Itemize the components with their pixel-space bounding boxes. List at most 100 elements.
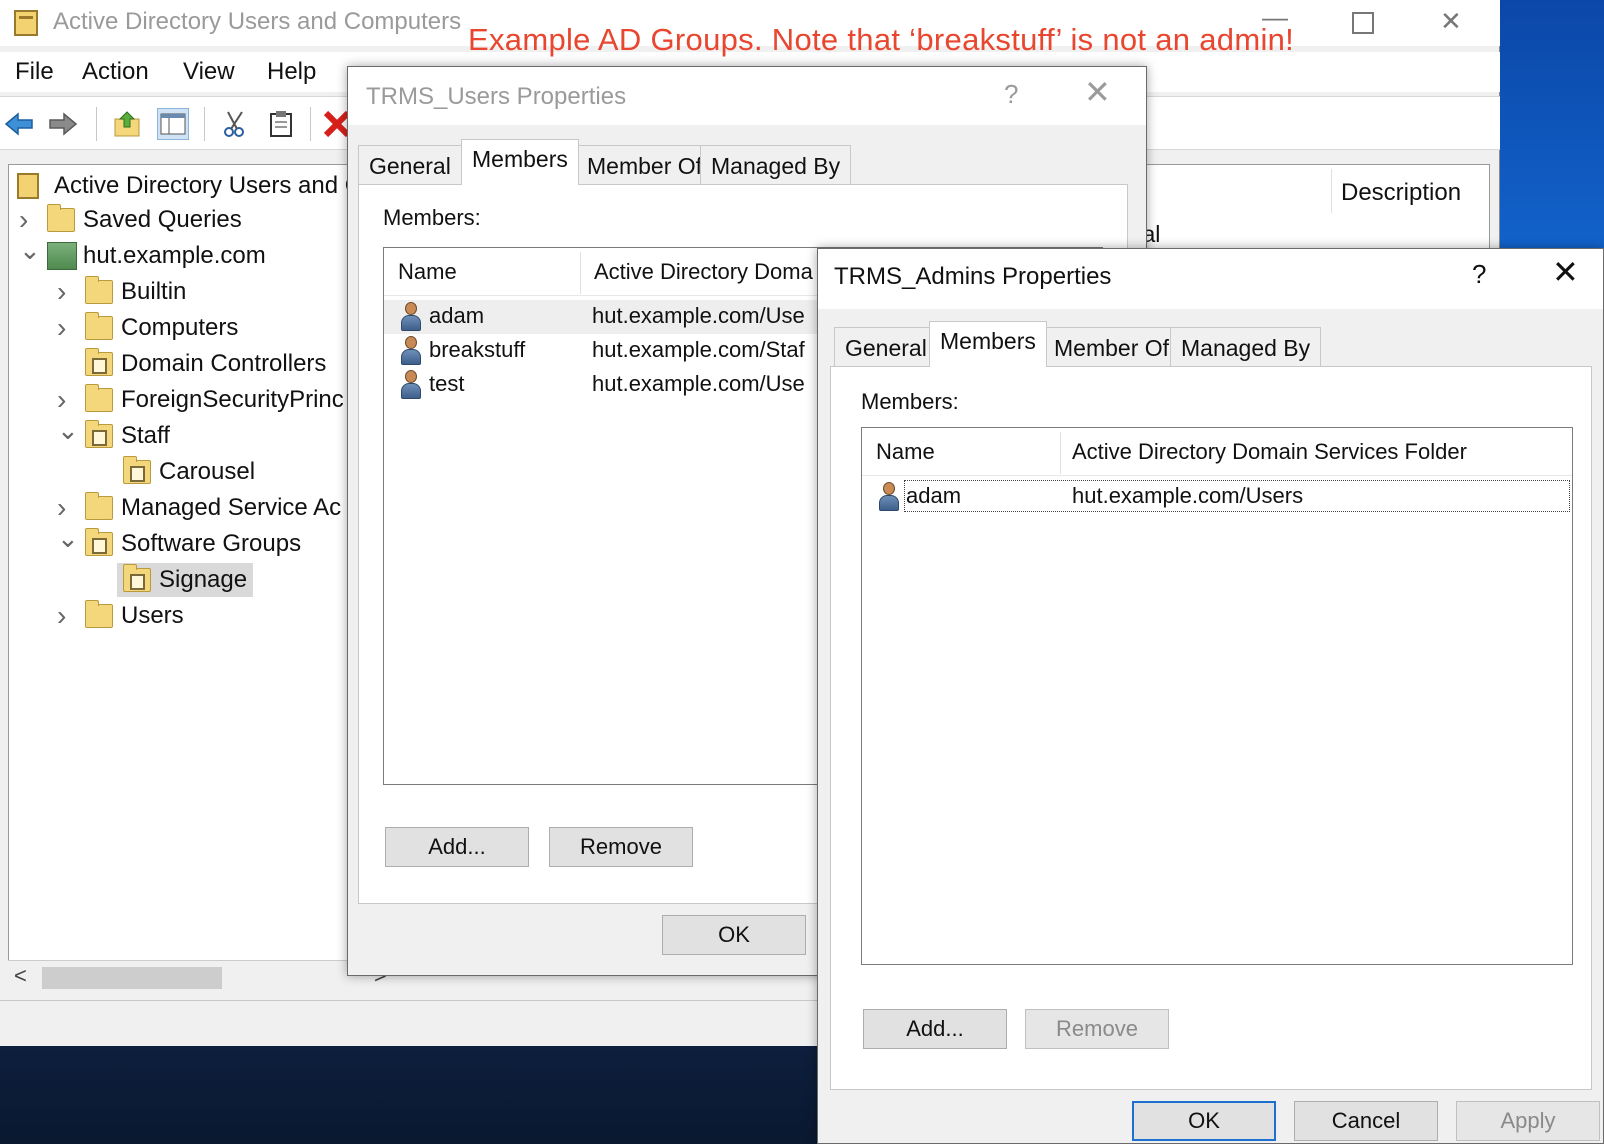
tree-item[interactable]: ⌄ hut.example.com bbox=[9, 235, 399, 273]
tab-members[interactable]: Members bbox=[461, 139, 579, 185]
help-button[interactable]: ? bbox=[1472, 259, 1486, 290]
help-button[interactable]: ? bbox=[1004, 79, 1018, 110]
members-tab-panel: Members: Name Active Directory Domain Se… bbox=[830, 366, 1592, 1090]
scrollbar-thumb[interactable] bbox=[42, 967, 222, 989]
expand-chevron-icon[interactable]: › bbox=[57, 599, 77, 633]
tree-root[interactable]: Active Directory Users and C bbox=[9, 169, 399, 203]
apply-button[interactable]: Apply bbox=[1456, 1101, 1600, 1141]
dialog-title: TRMS_Users Properties bbox=[366, 83, 627, 110]
collapse-chevron-icon[interactable]: ⌄ bbox=[57, 413, 79, 447]
menu-action[interactable]: Action bbox=[82, 58, 149, 86]
tree-item-label: Managed Service Ac bbox=[121, 494, 342, 521]
clipboard-icon[interactable] bbox=[266, 109, 296, 139]
tree-item-label: Saved Queries bbox=[83, 206, 242, 233]
tab-managed-by[interactable]: Managed By bbox=[700, 145, 852, 185]
tab-members[interactable]: Members bbox=[929, 321, 1047, 367]
table-row[interactable]: adam hut.example.com/Users bbox=[862, 480, 1572, 514]
add-member-button[interactable]: Add... bbox=[385, 827, 529, 867]
tree-item[interactable]: › Users bbox=[9, 599, 399, 633]
ou-icon bbox=[85, 528, 113, 556]
tab-general[interactable]: General bbox=[358, 145, 462, 185]
toolbar-separator bbox=[310, 107, 311, 141]
description-column-header[interactable]: Description bbox=[1341, 179, 1461, 207]
ok-button[interactable]: OK bbox=[1132, 1101, 1276, 1141]
folder-column-header[interactable]: Active Directory Doma bbox=[594, 259, 813, 285]
user-icon bbox=[400, 336, 422, 366]
forward-arrow-icon[interactable] bbox=[48, 109, 78, 139]
member-folder: hut.example.com/Staf bbox=[592, 337, 805, 362]
expand-chevron-icon[interactable]: › bbox=[57, 311, 77, 345]
back-arrow-icon[interactable] bbox=[4, 109, 34, 139]
expand-chevron-icon[interactable]: › bbox=[57, 491, 77, 525]
tree-item-label: Domain Controllers bbox=[121, 350, 327, 377]
tree-item[interactable]: › Computers bbox=[9, 311, 399, 345]
tree-item-label: hut.example.com bbox=[83, 242, 266, 269]
folder-icon bbox=[85, 492, 113, 520]
collapse-chevron-icon[interactable]: ⌄ bbox=[57, 521, 79, 555]
tree-item[interactable]: Domain Controllers bbox=[9, 347, 399, 381]
tab-managed-by[interactable]: Managed By bbox=[1170, 327, 1322, 367]
tree-item[interactable]: Carousel bbox=[9, 455, 399, 489]
tree-item[interactable]: › Saved Queries bbox=[9, 203, 399, 237]
tree-item-label: Computers bbox=[121, 314, 239, 341]
remove-member-button[interactable]: Remove bbox=[549, 827, 693, 867]
expand-chevron-icon[interactable]: › bbox=[57, 275, 77, 309]
menu-file[interactable]: File bbox=[15, 58, 54, 86]
close-dialog-button[interactable]: ✕ bbox=[1552, 253, 1579, 291]
folder-icon bbox=[85, 600, 113, 628]
folder-icon bbox=[85, 276, 113, 304]
name-column-header[interactable]: Name bbox=[398, 259, 457, 285]
ou-icon bbox=[85, 420, 113, 448]
expand-chevron-icon[interactable]: › bbox=[57, 383, 77, 417]
members-list[interactable]: Name Active Directory Domain Services Fo… bbox=[861, 427, 1573, 965]
window-title: Active Directory Users and Computers bbox=[53, 8, 462, 35]
aduc-app-icon bbox=[14, 10, 38, 36]
tree-item-label: Signage bbox=[159, 566, 248, 593]
member-folder: hut.example.com/Users bbox=[1072, 483, 1304, 508]
tree-item[interactable]: Signage bbox=[9, 563, 399, 597]
tree-item-label: Carousel bbox=[159, 458, 256, 485]
ou-icon bbox=[123, 456, 151, 484]
members-label: Members: bbox=[861, 389, 959, 414]
column-separator bbox=[1331, 169, 1332, 213]
cancel-button[interactable]: Cancel bbox=[1294, 1101, 1438, 1141]
up-folder-icon[interactable] bbox=[112, 109, 142, 139]
tree-item[interactable]: › Builtin bbox=[9, 275, 399, 309]
tree-item[interactable]: ⌄ Software Groups bbox=[9, 523, 399, 561]
tree-item[interactable]: ⌄ Staff bbox=[9, 415, 399, 453]
ou-icon bbox=[123, 564, 151, 592]
folder-column-header[interactable]: Active Directory Domain Services Folder bbox=[1072, 439, 1467, 465]
tree-horizontal-scrollbar[interactable]: < > bbox=[8, 960, 398, 994]
column-separator[interactable] bbox=[1060, 432, 1061, 474]
maximize-button[interactable] bbox=[1352, 12, 1374, 34]
member-folder: hut.example.com/Use bbox=[592, 303, 805, 328]
tree-item-label: ForeignSecurityPrinc bbox=[121, 386, 344, 413]
expand-chevron-icon[interactable]: › bbox=[19, 203, 39, 237]
tab-general[interactable]: General bbox=[834, 327, 938, 367]
menu-help[interactable]: Help bbox=[267, 58, 316, 86]
column-separator[interactable] bbox=[580, 252, 581, 294]
member-name: breakstuff bbox=[429, 337, 526, 362]
cut-icon[interactable] bbox=[220, 109, 250, 139]
menu-view[interactable]: View bbox=[183, 58, 235, 86]
annotation-caption: Example AD Groups. Note that ‘breakstuff… bbox=[468, 22, 1295, 57]
tree-item-label: Builtin bbox=[121, 278, 187, 305]
close-dialog-button[interactable]: ✕ bbox=[1084, 73, 1111, 111]
close-window-button[interactable]: ✕ bbox=[1440, 6, 1462, 37]
tree-item[interactable]: › ForeignSecurityPrinc bbox=[9, 383, 399, 417]
collapse-chevron-icon[interactable]: ⌄ bbox=[19, 233, 41, 267]
toolbar-separator bbox=[204, 107, 205, 141]
ok-button[interactable]: OK bbox=[662, 915, 806, 955]
name-column-header[interactable]: Name bbox=[876, 439, 935, 465]
member-folder: hut.example.com/Use bbox=[592, 371, 805, 396]
toolbar-separator bbox=[96, 107, 97, 141]
add-member-button[interactable]: Add... bbox=[863, 1009, 1007, 1049]
scroll-left-icon[interactable]: < bbox=[14, 963, 27, 989]
show-tree-icon[interactable] bbox=[157, 108, 189, 140]
member-name: adam bbox=[906, 483, 962, 508]
tab-member-of[interactable]: Member Of bbox=[1043, 327, 1181, 367]
remove-member-button[interactable]: Remove bbox=[1025, 1009, 1169, 1049]
tree-root-label: Active Directory Users and C bbox=[54, 172, 363, 199]
tab-member-of[interactable]: Member Of bbox=[576, 145, 714, 185]
tree-item[interactable]: › Managed Service Ac bbox=[9, 491, 399, 525]
